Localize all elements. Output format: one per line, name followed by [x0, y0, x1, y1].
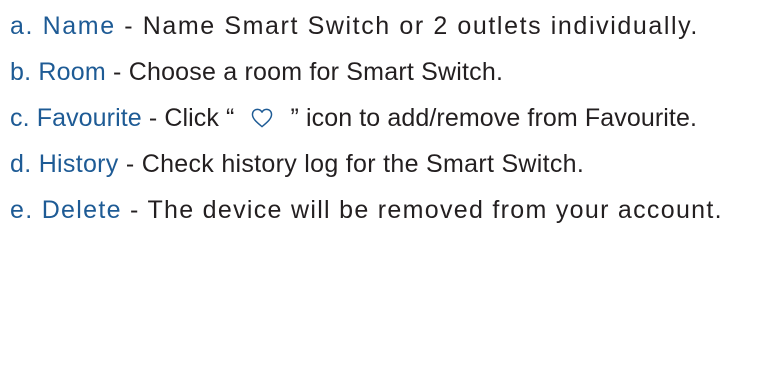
list-item-favourite: c. Favourite - Click “ ” icon to add/remo…: [10, 102, 780, 135]
instruction-list: a. Name - Name Smart Switch or 2 outlets…: [10, 10, 780, 227]
item-term-label: Favourite: [36, 104, 142, 132]
item-letter: c.: [10, 104, 30, 132]
item-term-label: Name: [42, 12, 116, 40]
item-description-after: ” icon to add/remove from Favourite.: [290, 104, 698, 132]
item-description-before: - Click “: [141, 104, 235, 132]
item-term: c. Favourite: [10, 104, 142, 132]
item-description: - Check history log for the Smart Switch…: [118, 150, 585, 178]
item-description: - Name Smart Switch or 2 outlets individ…: [115, 12, 699, 40]
list-item-room: b. Room - Choose a room for Smart Switch…: [10, 56, 780, 89]
item-term-label: Room: [38, 58, 106, 86]
item-term: b. Room: [10, 58, 106, 86]
item-term: d. History: [10, 150, 119, 178]
item-description: - The device will be removed from your a…: [121, 196, 723, 224]
list-item-name: a. Name - Name Smart Switch or 2 outlets…: [10, 10, 780, 43]
list-item-history: d. History - Check history log for the S…: [10, 148, 780, 181]
heart-icon-wrapper: [234, 102, 290, 135]
list-item-delete: e. Delete - The device will be removed f…: [10, 194, 780, 227]
item-term: a. Name: [10, 12, 116, 40]
item-term-label: Delete: [41, 196, 122, 224]
heart-outline-icon: [252, 108, 273, 128]
item-letter: b.: [10, 58, 32, 86]
item-letter: a.: [10, 12, 35, 40]
item-description: - Choose a room for Smart Switch.: [105, 58, 504, 86]
item-letter: d.: [10, 150, 32, 178]
item-letter: e.: [10, 196, 34, 224]
item-term: e. Delete: [10, 196, 122, 224]
item-term-label: History: [38, 150, 119, 178]
